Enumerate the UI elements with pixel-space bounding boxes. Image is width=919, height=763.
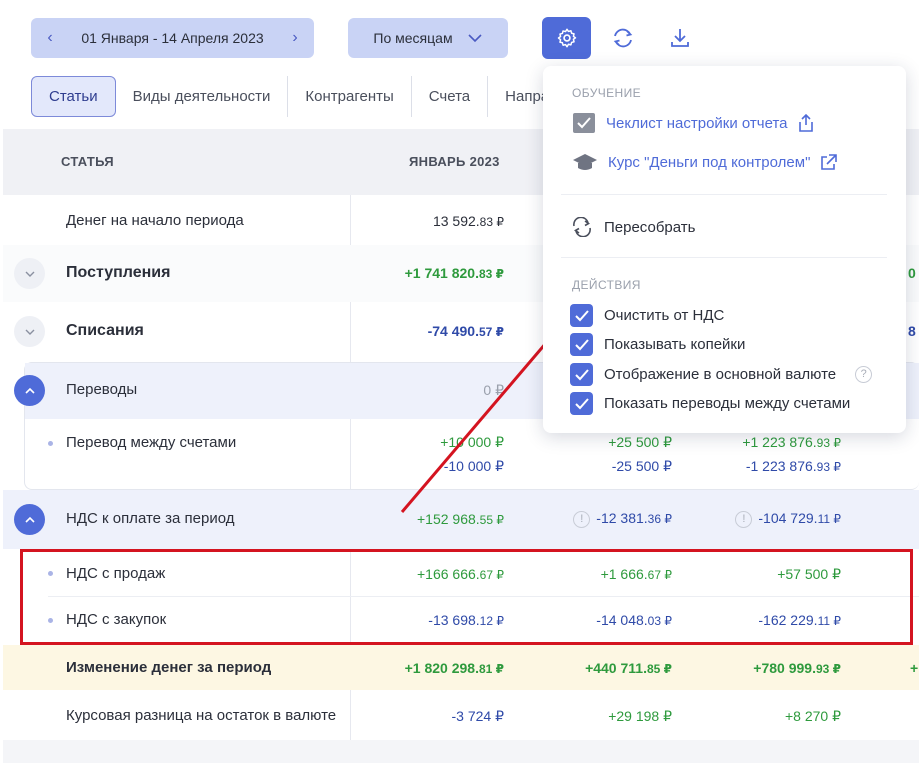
check-icon — [574, 397, 589, 409]
period-select-label: По месяцам — [373, 30, 453, 46]
table-row-change: Изменение денег за период +1 820 298.81 … — [3, 645, 919, 690]
download-icon — [671, 29, 689, 47]
check-icon — [574, 338, 589, 350]
download-button[interactable] — [664, 22, 696, 54]
rebuild-action[interactable]: Пересобрать — [571, 217, 695, 237]
tab-bar: Статьи Виды деятельности Контрагенты Сче… — [31, 76, 566, 117]
chevron-up-icon — [24, 387, 35, 394]
checkbox-checked[interactable] — [570, 363, 593, 386]
option-show-kopecks[interactable]: Показывать копейки — [570, 333, 745, 356]
external-link-icon — [821, 153, 838, 170]
gear-icon — [557, 28, 576, 48]
info-icon[interactable]: ! — [735, 510, 753, 528]
cell-value: +440 711.85 ₽ — [585, 660, 672, 676]
cell-value: +780 999.93 ₽ — [753, 660, 841, 676]
row-label: Переводы — [66, 381, 138, 398]
date-range-label: 01 Января - 14 Апреля 2023 — [81, 30, 264, 46]
cell-value: +10 000 ₽ — [440, 434, 504, 450]
collapse-button[interactable] — [14, 504, 45, 535]
divider — [561, 194, 887, 195]
row-label: Изменение денег за период — [66, 659, 272, 676]
cell-value-edge: 0 — [908, 265, 916, 281]
checklist-label: Чеклист настройки отчета — [606, 114, 788, 132]
chevron-down-icon — [468, 34, 482, 43]
tree-dot — [48, 441, 53, 446]
share-icon — [798, 114, 813, 132]
refresh-icon — [613, 28, 633, 48]
option-label: Отображение в основной валюте — [604, 366, 837, 383]
row-label: Денег на начало периода — [66, 212, 244, 229]
cell-value: -3 724 ₽ — [451, 708, 505, 724]
graduation-cap-icon — [573, 154, 597, 170]
checkbox-checked[interactable] — [570, 392, 593, 415]
next-period-icon[interactable]: › — [288, 29, 302, 47]
prev-period-icon[interactable]: ‹ — [43, 29, 57, 47]
checklist-icon — [573, 113, 595, 133]
cell-value: +29 198 ₽ — [608, 708, 672, 724]
chevron-up-icon — [24, 516, 35, 523]
column-header-article: СТАТЬЯ — [61, 154, 114, 169]
refresh-icon — [573, 217, 591, 237]
row-label: Курсовая разница на остаток в валюте — [66, 707, 337, 724]
table-row-fx-diff: Курсовая разница на остаток в валюте -3 … — [3, 690, 919, 740]
cell-value-edge: + — [910, 660, 919, 676]
expand-button[interactable] — [14, 316, 45, 347]
tab-accounts[interactable]: Счета — [412, 76, 489, 117]
cell-value: +8 270 ₽ — [784, 708, 841, 724]
option-show-transfers[interactable]: Показать переводы между счетами — [570, 392, 850, 415]
cell-value: -10 000 ₽ — [443, 458, 504, 474]
cell-value: +25 500 ₽ — [608, 434, 672, 450]
chevron-down-icon — [25, 271, 34, 277]
row-label: Списания — [66, 322, 144, 339]
cell-value: 13 592.83 ₽ — [432, 213, 504, 229]
collapse-button[interactable] — [14, 375, 45, 406]
option-main-currency[interactable]: Отображение в основной валюте ? — [570, 363, 873, 386]
checkbox-checked[interactable] — [570, 333, 593, 356]
cell-value: +1 820 298.81 ₽ — [404, 660, 504, 676]
section-title-actions: ДЕЙСТВИЯ — [572, 278, 641, 292]
chevron-down-icon — [25, 329, 34, 335]
divider — [561, 257, 887, 258]
row-label: Перевод между счетами — [66, 434, 237, 451]
date-range-picker[interactable]: ‹ 01 Января - 14 Апреля 2023 › — [31, 18, 314, 58]
option-clear-vat[interactable]: Очистить от НДС — [570, 304, 724, 327]
settings-dropdown: ОБУЧЕНИЕ Чеклист настройки отчета Курс "… — [543, 66, 906, 433]
annotation-highlight-box — [20, 549, 913, 645]
expand-button[interactable] — [14, 258, 45, 289]
check-icon — [574, 368, 589, 380]
tab-activities[interactable]: Виды деятельности — [116, 76, 289, 117]
checkbox-checked[interactable] — [570, 304, 593, 327]
course-link[interactable]: Курс "Деньги под контролем" — [572, 151, 838, 173]
table-row-vat-due[interactable]: НДС к оплате за период +152 968.55 ₽ ! -1… — [3, 490, 919, 549]
help-icon[interactable]: ? — [855, 366, 873, 383]
option-label: Очистить от НДС — [604, 307, 725, 324]
cell-value-edge: 8 — [908, 323, 916, 339]
cell-value: 0 ₽ — [483, 382, 504, 398]
info-icon[interactable]: ! — [573, 510, 591, 528]
option-label: Показывать копейки — [604, 336, 746, 353]
period-select[interactable]: По месяцам — [348, 18, 508, 58]
row-label: НДС к оплате за период — [66, 510, 235, 527]
rebuild-label: Пересобрать — [604, 218, 696, 236]
cell-value: +1 741 820.83 ₽ — [404, 265, 504, 281]
check-icon — [574, 309, 589, 321]
section-title-learning: ОБУЧЕНИЕ — [572, 86, 642, 100]
course-label: Курс "Деньги под контролем" — [608, 153, 811, 171]
cell-value: -1 223 876.93 ₽ — [745, 458, 841, 474]
settings-button[interactable] — [542, 17, 591, 59]
table-row-end-balance-partial — [3, 740, 919, 763]
cell-value: ! -12 381.36 ₽ — [573, 510, 672, 528]
cell-value: -74 490.57 ₽ — [427, 323, 504, 339]
checklist-link[interactable]: Чеклист настройки отчета — [572, 112, 814, 134]
refresh-button[interactable] — [607, 22, 639, 54]
cell-value: +152 968.55 ₽ — [417, 511, 504, 527]
row-label: Поступления — [66, 264, 171, 281]
tab-counterparties[interactable]: Контрагенты — [288, 76, 412, 117]
column-header-january: ЯНВАРЬ 2023 — [409, 154, 500, 169]
cell-value: ! -104 729.11 ₽ — [735, 510, 841, 528]
cell-value: +1 223 876.93 ₽ — [742, 434, 841, 450]
tab-articles[interactable]: Статьи — [31, 76, 116, 117]
cell-value: -25 500 ₽ — [611, 458, 672, 474]
option-label: Показать переводы между счетами — [604, 395, 851, 412]
